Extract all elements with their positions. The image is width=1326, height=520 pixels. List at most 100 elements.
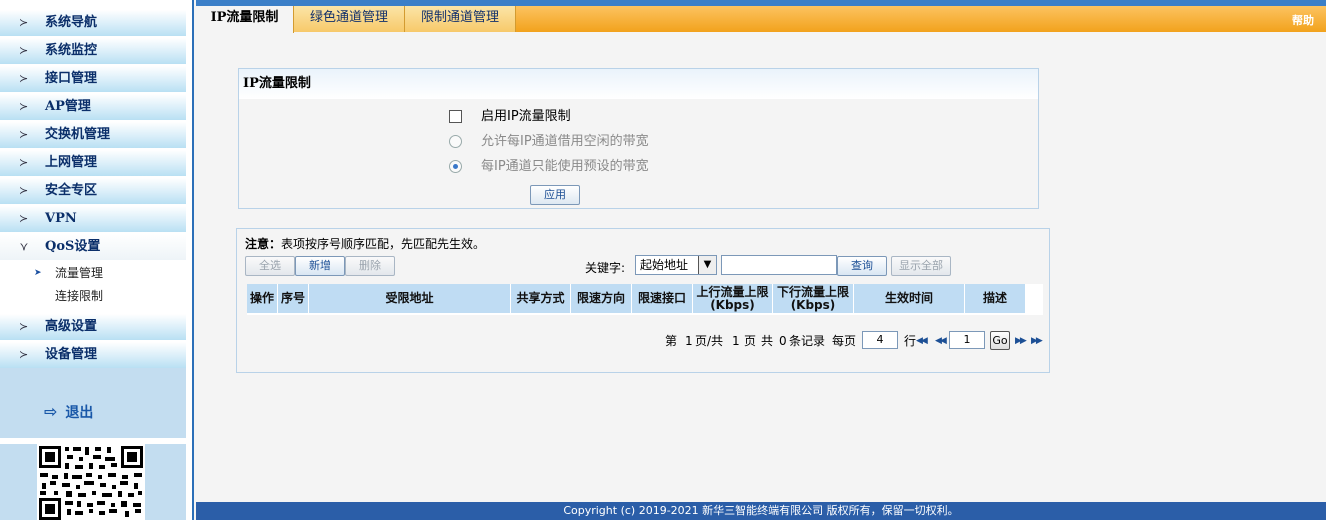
sidebar: ≻ 系统导航 ≻ 系统监控 ≻ 接口管理 ≻ AP管理 ≻ 交换机管理 ≻ 上网… (0, 0, 194, 520)
menu-item-label: QoS设置 (45, 239, 101, 254)
pager-record-count: 0 (779, 334, 787, 348)
tab-ip-limit[interactable]: IP流量限制 (196, 6, 294, 33)
expand-arrow-icon: ≻ (19, 348, 29, 361)
goto-page-input[interactable]: 1 (949, 331, 985, 349)
note-text: 注意：表项按序号顺序匹配，先匹配先生效。 (245, 235, 485, 252)
tab-limit-channel[interactable]: 限制通道管理 (405, 6, 516, 32)
menu-item-vpn[interactable]: ≻ VPN (0, 206, 186, 232)
column-header: 下行流量上限 (Kbps) (773, 284, 854, 313)
current-arrow-icon: ➤ (34, 268, 42, 278)
keyword-select[interactable]: 起始地址 ▼ (635, 255, 717, 275)
borrow-bandwidth-radio[interactable] (449, 135, 462, 148)
pager-per-page-label: 每页 (832, 334, 857, 348)
add-button[interactable]: 新增 (295, 256, 345, 276)
pager-record-word: 条记录 (789, 334, 826, 348)
pager-total-pages: 1 (732, 334, 740, 348)
expand-arrow-icon: ≻ (19, 156, 29, 169)
expand-arrow-icon: ≻ (19, 320, 29, 333)
submenu-item-conn-limit[interactable]: 连接限制 (0, 285, 186, 307)
column-header: 限速方向 (571, 284, 632, 313)
tab-green-channel[interactable]: 绿色通道管理 (294, 6, 405, 32)
keyword-label: 关键字: (585, 261, 626, 275)
logout-icon: ⇨ (44, 402, 58, 421)
panel-title: IP流量限制 (239, 69, 1038, 99)
top-tab-bar: IP流量限制 绿色通道管理 限制通道管理 帮助 (196, 0, 1326, 33)
expand-arrow-icon: ≻ (19, 100, 29, 113)
expand-arrow-icon: ≻ (19, 184, 29, 197)
query-button[interactable]: 查询 (837, 256, 887, 276)
go-button[interactable]: Go (990, 331, 1010, 350)
pager-page-word: 页 (744, 334, 757, 348)
select-all-button[interactable]: 全选 (245, 256, 295, 276)
menu-item-label: 安全专区 (45, 183, 98, 198)
submenu-item-label: 连接限制 (55, 289, 104, 303)
note-prefix: 注意： (245, 237, 282, 251)
logout-panel: ⇨ 退出 (0, 368, 186, 438)
per-page-input[interactable]: 4 (862, 331, 898, 349)
logout-label: 退出 (65, 405, 94, 421)
menu-item-interface[interactable]: ≻ 接口管理 (0, 66, 186, 92)
ip-limit-panel: IP流量限制 启用IP流量限制 允许每IP通道借用空闲的带宽 每IP通道只能使用… (238, 68, 1039, 209)
menu-item-label: 交换机管理 (45, 127, 111, 142)
logout-button[interactable]: ⇨ 退出 (44, 402, 93, 422)
show-all-button[interactable]: 显示全部 (891, 256, 951, 276)
column-header: 操作 (247, 284, 278, 313)
menu-item-device[interactable]: ≻ 设备管理 (0, 342, 186, 368)
search-input[interactable] (721, 255, 837, 275)
pager-page-mid: 页/共 (695, 334, 724, 348)
preset-bandwidth-radio[interactable] (449, 160, 462, 173)
borrow-bandwidth-label: 允许每IP通道借用空闲的带宽 (481, 134, 649, 149)
preset-bandwidth-label: 每IP通道只能使用预设的带宽 (481, 159, 649, 174)
menu-item-switch[interactable]: ≻ 交换机管理 (0, 122, 186, 148)
menu-item-label: 上网管理 (45, 155, 98, 170)
expand-arrow-icon: ≻ (19, 72, 29, 85)
column-header: 序号 (278, 284, 309, 313)
submenu-item-traffic[interactable]: ➤ 流量管理 (0, 262, 186, 284)
expand-arrow-icon: ≻ (19, 212, 29, 225)
qr-code-icon (37, 444, 145, 520)
column-header: 描述 (965, 284, 1026, 313)
expand-arrow-icon: ≻ (19, 16, 29, 29)
column-header: 上行流量上限 (Kbps) (693, 284, 773, 313)
menu-item-label: 高级设置 (45, 319, 98, 334)
menu-item-label: 设备管理 (45, 347, 98, 362)
expand-arrow-icon: ≻ (19, 128, 29, 141)
menu-item-security[interactable]: ≻ 安全专区 (0, 178, 186, 204)
menu-item-ap[interactable]: ≻ AP管理 (0, 94, 186, 120)
menu-item-label: 系统导航 (45, 15, 98, 30)
delete-button[interactable]: 删除 (345, 256, 395, 276)
menu-item-label: AP管理 (45, 99, 91, 114)
submenu-item-label: 流量管理 (55, 266, 104, 280)
menu-item-label: 系统监控 (45, 43, 98, 58)
qr-panel (0, 444, 186, 520)
menu-item-system-monitor[interactable]: ≻ 系统监控 (0, 38, 186, 64)
footer-copyright: Copyright (c) 2019-2021 新华三智能终端有限公司 版权所有… (196, 502, 1326, 520)
menu-item-system-nav[interactable]: ≻ 系统导航 (0, 10, 186, 36)
enable-ip-limit-label: 启用IP流量限制 (481, 109, 571, 124)
last-page-icon[interactable]: ▶▶ (1031, 331, 1043, 351)
column-header: 限速接口 (632, 284, 693, 313)
menu-item-qos[interactable]: ≻ QoS设置 (0, 234, 186, 260)
expand-arrow-icon: ≻ (19, 44, 29, 57)
note-body: 表项按序号顺序匹配，先匹配先生效。 (281, 237, 486, 251)
apply-button[interactable]: 应用 (530, 185, 580, 205)
column-header: 生效时间 (854, 284, 965, 313)
menu-item-internet[interactable]: ≻ 上网管理 (0, 150, 186, 176)
rules-table-header: 操作 序号 受限地址 共享方式 限速方向 限速接口 上行流量上限 (Kbps) … (247, 284, 1043, 315)
column-header: 受限地址 (309, 284, 511, 313)
next-page-icon[interactable]: ▶▶ (1015, 331, 1027, 351)
enable-ip-limit-checkbox[interactable] (449, 110, 462, 123)
rules-panel: 注意：表项按序号顺序匹配，先匹配先生效。 全选 新增 删除 关键字: 起始地址 … (236, 228, 1050, 373)
column-header: 共享方式 (511, 284, 571, 313)
prev-page-icon[interactable]: ◀◀ (935, 331, 947, 351)
keyword-select-value: 起始地址 (640, 258, 689, 272)
pager-rows-word: 行 (904, 334, 917, 348)
pager-page-prefix: 第 (665, 334, 678, 348)
first-page-icon[interactable]: ◀◀ (916, 331, 928, 351)
menu-item-advanced[interactable]: ≻ 高级设置 (0, 314, 186, 340)
help-link[interactable]: 帮助 (1292, 12, 1314, 28)
collapse-arrow-icon: ≻ (17, 242, 31, 252)
menu-item-label: VPN (45, 211, 77, 226)
menu-item-label: 接口管理 (45, 71, 98, 86)
pager-current-page: 1 (685, 334, 693, 348)
